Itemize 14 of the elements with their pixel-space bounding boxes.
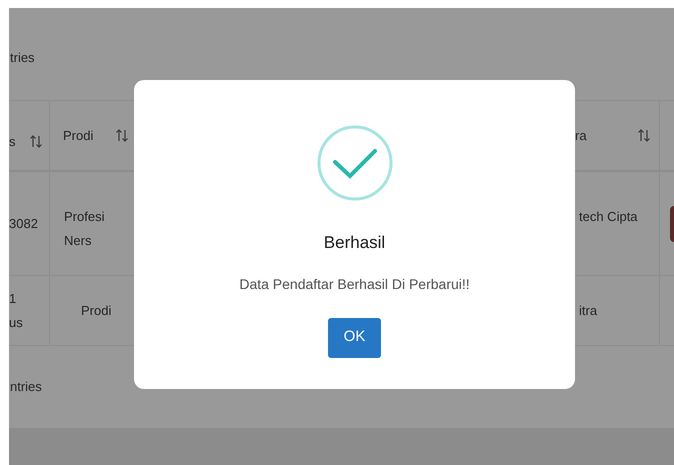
table-cell-text: tech Cipta xyxy=(579,208,638,226)
table-cell-text: Prodi xyxy=(81,302,112,320)
entries-label: tries xyxy=(10,48,35,66)
ok-button[interactable]: OK xyxy=(328,318,381,358)
column-header[interactable]: s xyxy=(9,132,16,152)
table-cell-text: itra xyxy=(579,302,598,320)
entries-label: ntries xyxy=(10,378,42,396)
table-cell-text: Profesi Ners xyxy=(64,208,106,250)
column-header[interactable]: Prodi xyxy=(63,126,94,146)
table-cell-text: 3082 xyxy=(9,214,38,232)
column-header[interactable]: ra xyxy=(575,126,587,146)
table-cell-text: 1 us xyxy=(9,290,24,332)
dialog-message: Data Pendaftar Berhasil Di Perbarui!! xyxy=(239,274,470,294)
dialog-title: Berhasil xyxy=(324,232,386,254)
